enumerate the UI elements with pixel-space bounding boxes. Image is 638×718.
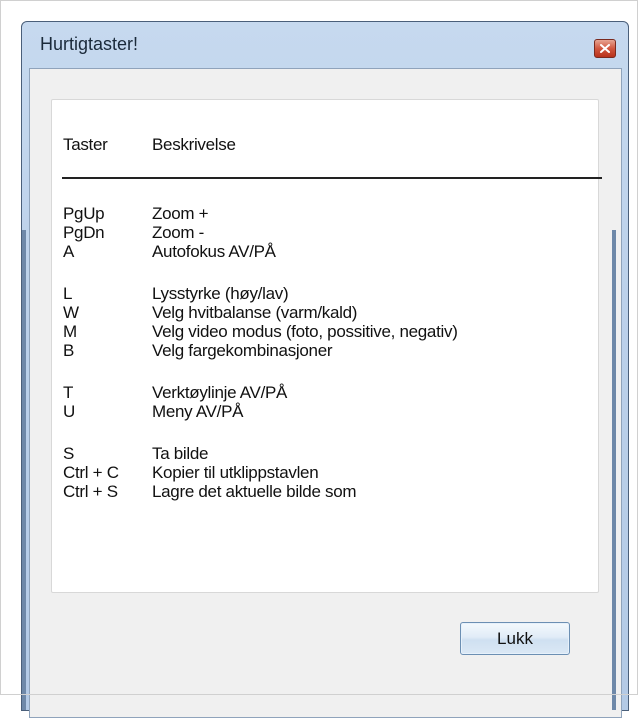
title-bar[interactable]: Hurtigtaster! [22, 22, 628, 70]
close-icon [600, 44, 610, 53]
shortcut-key: B [63, 341, 75, 360]
close-window-button[interactable] [594, 39, 616, 58]
shortcut-key: Ctrl + S [63, 482, 118, 501]
shortcut-description: Ta bilde [152, 444, 209, 463]
shortcut-description: Autofokus AV/PÅ [152, 242, 276, 261]
header-divider [62, 177, 602, 179]
dialog-window: Hurtigtaster! Taster Beskrivelse PgUp Zo… [21, 21, 629, 718]
shortcut-key: PgDn [63, 223, 105, 242]
shortcut-description: Velg video modus (foto, possitive, negat… [152, 322, 458, 341]
shortcut-key: S [63, 444, 75, 463]
window-frame-right-edge [612, 230, 616, 710]
column-header-description: Beskrivelse [152, 135, 236, 154]
dialog-content: Taster Beskrivelse PgUp Zoom + PgDn Zoom… [29, 68, 622, 718]
shortcut-key: PgUp [63, 204, 105, 223]
shortcut-key: U [63, 402, 75, 421]
shortcut-key: M [63, 322, 77, 341]
shortcut-description: Kopier til utklippstavlen [152, 463, 319, 482]
column-header-keys: Taster [63, 135, 108, 154]
shortcut-description: Zoom - [152, 223, 205, 242]
shortcut-description: Zoom + [152, 204, 209, 223]
shortcut-key: T [63, 383, 74, 402]
shortcut-description: Lysstyrke (høy/lav) [152, 284, 289, 303]
close-button[interactable]: Lukk [460, 622, 570, 655]
window-title: Hurtigtaster! [40, 34, 139, 54]
shortcut-key: W [63, 303, 79, 322]
window-frame-left-edge [22, 230, 26, 710]
shortcut-description: Verktøylinje AV/PÅ [152, 383, 288, 402]
shortcut-description: Velg fargekombinasjoner [152, 341, 333, 360]
shortcut-key: Ctrl + C [63, 463, 119, 482]
shortcut-description: Meny AV/PÅ [152, 402, 244, 421]
shortcut-list-panel: Taster Beskrivelse PgUp Zoom + PgDn Zoom… [51, 99, 602, 593]
shortcut-key: A [63, 242, 75, 261]
shortcut-key: L [63, 284, 73, 303]
shortcut-description: Lagre det aktuelle bilde som [152, 482, 357, 501]
shortcut-description: Velg hvitbalanse (varm/kald) [152, 303, 358, 322]
